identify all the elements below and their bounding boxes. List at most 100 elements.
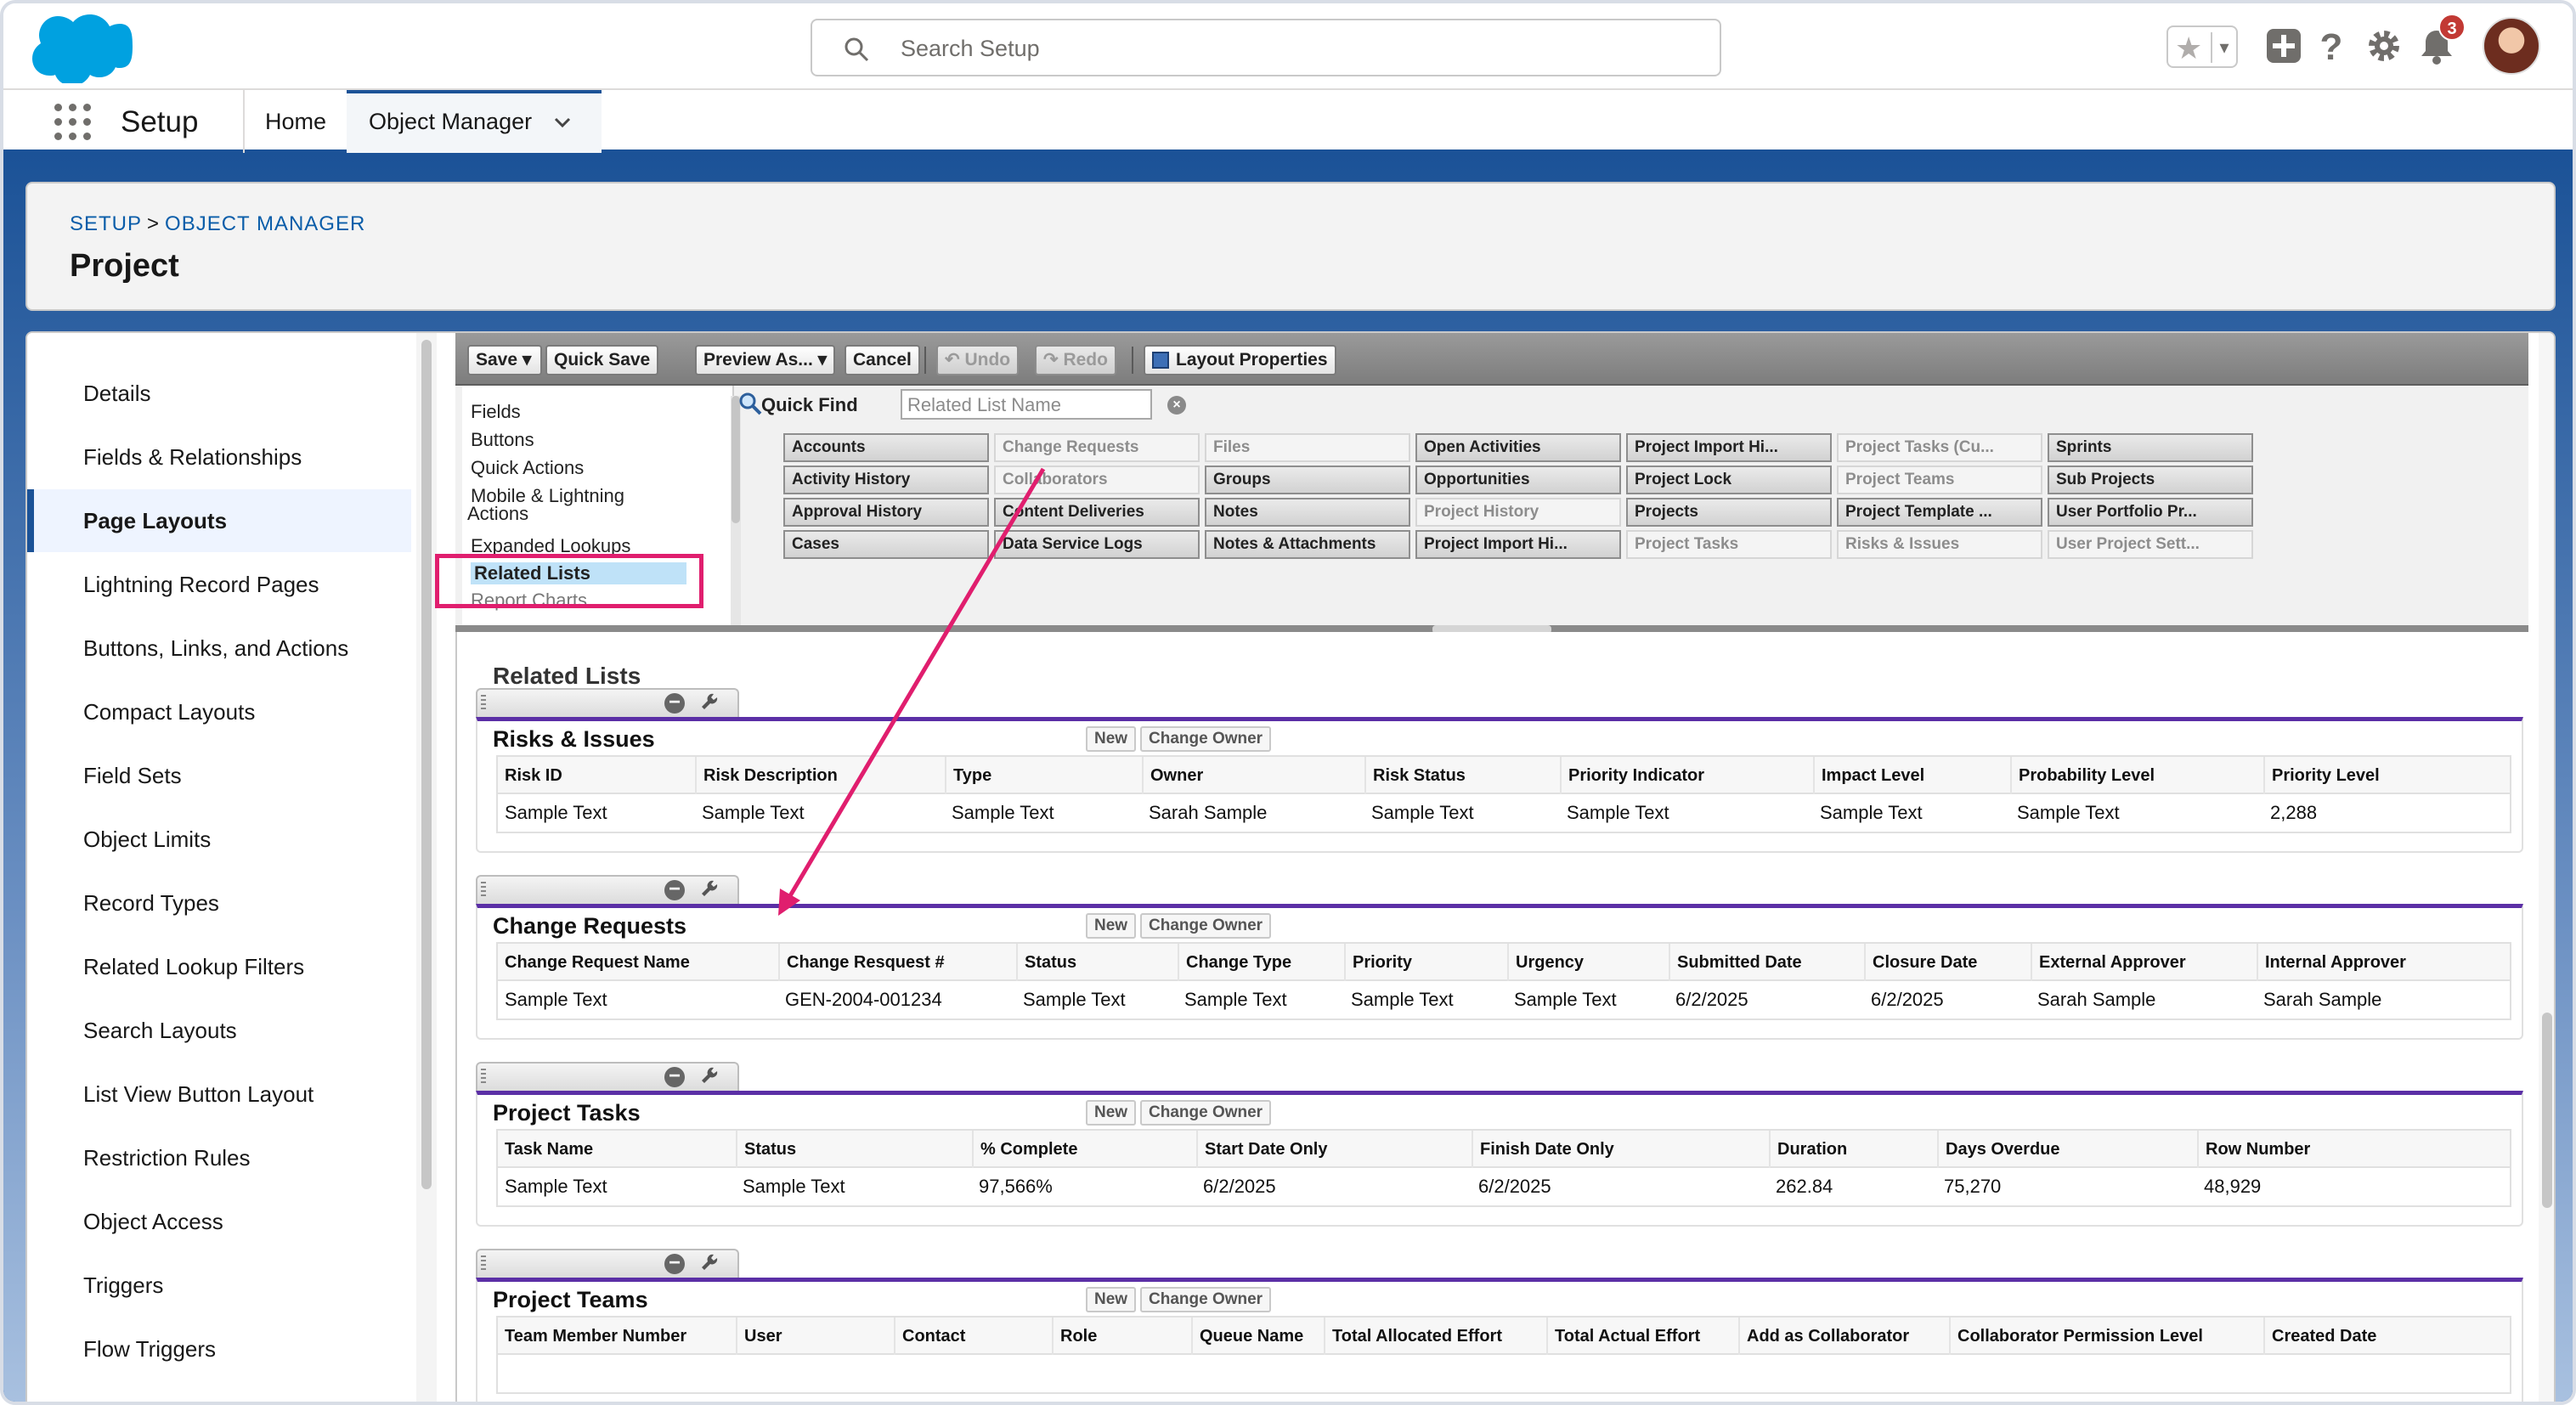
palette-item[interactable]: Collaborators — [994, 466, 1200, 494]
column-header[interactable]: Closure Date — [1864, 944, 2031, 981]
column-header[interactable]: Task Name — [498, 1131, 736, 1168]
help-icon[interactable]: ? — [2311, 25, 2352, 66]
sidebar-item-restriction-rules[interactable]: Restriction Rules — [27, 1126, 411, 1189]
palette-item[interactable]: Groups — [1205, 466, 1410, 494]
column-header[interactable]: Status — [736, 1131, 972, 1168]
sidebar-item-record-types[interactable]: Record Types — [27, 872, 411, 934]
nav-tab-home[interactable]: Home — [265, 90, 326, 153]
wrench-icon[interactable] — [700, 1067, 720, 1087]
palette-item[interactable]: Project Lock — [1626, 466, 1832, 494]
palette-item[interactable]: Notes — [1205, 498, 1410, 527]
chevron-down-icon[interactable]: ▾ — [523, 350, 532, 370]
sidebar-item-triggers[interactable]: Triggers — [27, 1254, 411, 1317]
related-list[interactable]: − Change Requests New Change Owner Change Re… — [476, 875, 2523, 1053]
column-header[interactable]: Total Allocated Effort — [1324, 1318, 1546, 1355]
nav-tab-object-manager[interactable]: Object Manager — [347, 90, 602, 153]
palette-item[interactable]: Risks & Issues — [1837, 530, 2042, 559]
column-header[interactable]: Days Overdue — [1937, 1131, 2197, 1168]
category-quick-actions[interactable]: Quick Actions — [471, 457, 584, 479]
column-header[interactable]: Type — [945, 757, 1142, 794]
wrench-icon[interactable] — [700, 880, 720, 900]
palette-item[interactable]: Project Tasks (Cu... — [1837, 433, 2042, 462]
sidebar-item-details[interactable]: Details — [27, 362, 411, 425]
layout-properties-button[interactable]: Layout Properties — [1144, 345, 1336, 375]
save-button[interactable]: Save ▾ — [467, 345, 542, 375]
grip-icon[interactable] — [481, 1255, 486, 1272]
palette-item[interactable]: Project Import Hi... — [1626, 433, 1832, 462]
column-header[interactable]: Change Resquest # — [778, 944, 1016, 981]
palette-item[interactable]: Project Template ... — [1837, 498, 2042, 527]
sidebar-item-flow-triggers[interactable]: Flow Triggers — [27, 1318, 411, 1380]
editor-scrollbar-thumb[interactable] — [2542, 1013, 2552, 1208]
change-owner-button[interactable]: Change Owner — [1140, 913, 1272, 939]
column-header[interactable]: Role — [1052, 1318, 1191, 1355]
new-button[interactable]: New — [1086, 913, 1137, 939]
wrench-icon[interactable] — [700, 1254, 720, 1274]
sidebar-scrollbar[interactable] — [416, 333, 437, 1402]
column-header[interactable]: Queue Name — [1191, 1318, 1324, 1355]
column-header[interactable]: Start Date Only — [1196, 1131, 1472, 1168]
column-header[interactable]: Risk Status — [1364, 757, 1560, 794]
sidebar-item-related-lookup-filters[interactable]: Related Lookup Filters — [27, 935, 411, 998]
column-header[interactable]: Risk ID — [498, 757, 695, 794]
column-header[interactable]: Internal Approver — [2257, 944, 2457, 981]
column-header[interactable]: External Approver — [2031, 944, 2257, 981]
column-header[interactable]: Contact — [894, 1318, 1052, 1355]
undo-button[interactable]: ↶ Undo — [936, 345, 1020, 375]
sidebar-item-fields-relationships[interactable]: Fields & Relationships — [27, 426, 411, 488]
favorites-button[interactable]: ★ ▾ — [2166, 25, 2238, 68]
palette-item[interactable]: Content Deliveries — [994, 498, 1200, 527]
quick-find-input[interactable]: Related List Name — [901, 389, 1152, 420]
column-header[interactable]: Probability Level — [2010, 757, 2263, 794]
column-header[interactable]: Change Type — [1178, 944, 1344, 981]
sidebar-item-page-layouts[interactable]: Page Layouts — [27, 489, 411, 552]
palette-item[interactable]: Cases — [783, 530, 989, 559]
breadcrumb-setup-link[interactable]: SETUP — [70, 212, 142, 235]
palette-item[interactable]: Accounts — [783, 433, 989, 462]
related-list-drag-handle[interactable]: − — [476, 1249, 739, 1278]
column-header[interactable]: Add as Collaborator — [1738, 1318, 1949, 1355]
avatar[interactable] — [2483, 17, 2540, 75]
editor-scrollbar[interactable] — [2539, 333, 2554, 1402]
new-button[interactable]: New — [1086, 726, 1137, 752]
grip-icon[interactable] — [481, 882, 486, 899]
column-header[interactable]: Risk Description — [695, 757, 945, 794]
column-header[interactable]: Collaborator Permission Level — [1949, 1318, 2263, 1355]
chevron-down-icon[interactable] — [552, 112, 573, 133]
grip-icon[interactable] — [481, 1069, 486, 1086]
palette-item[interactable]: Projects — [1626, 498, 1832, 527]
related-list-drag-handle[interactable]: − — [476, 1062, 739, 1091]
remove-icon[interactable]: − — [664, 1066, 685, 1087]
palette-item[interactable]: Project Teams — [1837, 466, 2042, 494]
column-header[interactable]: Owner — [1142, 757, 1364, 794]
add-icon[interactable] — [2263, 25, 2304, 66]
sidebar-scrollbar-thumb[interactable] — [421, 340, 432, 1189]
palette-item[interactable]: User Portfolio Pr... — [2048, 498, 2253, 527]
palette-item[interactable]: Project Tasks — [1626, 530, 1832, 559]
sidebar-item-search-layouts[interactable]: Search Layouts — [27, 999, 411, 1062]
cancel-button[interactable]: Cancel — [845, 345, 920, 375]
column-header[interactable]: Change Request Name — [498, 944, 778, 981]
new-button[interactable]: New — [1086, 1287, 1137, 1312]
column-header[interactable]: Impact Level — [1813, 757, 2010, 794]
related-list-drag-handle[interactable]: − — [476, 688, 739, 717]
column-header[interactable]: Total Actual Effort — [1546, 1318, 1738, 1355]
sidebar-item-buttons-links-actions[interactable]: Buttons, Links, and Actions — [27, 617, 411, 680]
column-header[interactable]: % Complete — [972, 1131, 1196, 1168]
new-button[interactable]: New — [1086, 1100, 1137, 1126]
category-mobile-lightning-actions[interactable]: Actions — [467, 503, 528, 525]
related-list[interactable]: − Project Teams New Change Owner Team Member… — [476, 1249, 2523, 1402]
salesforce-logo[interactable] — [31, 12, 133, 83]
sidebar-item-compact-layouts[interactable]: Compact Layouts — [27, 680, 411, 743]
palette-item[interactable]: User Project Sett... — [2048, 530, 2253, 559]
palette-item[interactable]: Files — [1205, 433, 1410, 462]
category-fields[interactable]: Fields — [471, 401, 521, 423]
column-header[interactable]: Priority Indicator — [1560, 757, 1813, 794]
palette-item[interactable]: Notes & Attachments — [1205, 530, 1410, 559]
palette-item[interactable]: Open Activities — [1415, 433, 1621, 462]
palette-item[interactable]: Project History — [1415, 498, 1621, 527]
gear-icon[interactable] — [2364, 25, 2404, 66]
search-setup-input[interactable]: Search Setup — [811, 19, 1721, 76]
column-header[interactable]: Finish Date Only — [1472, 1131, 1769, 1168]
palette-item[interactable]: Activity History — [783, 466, 989, 494]
